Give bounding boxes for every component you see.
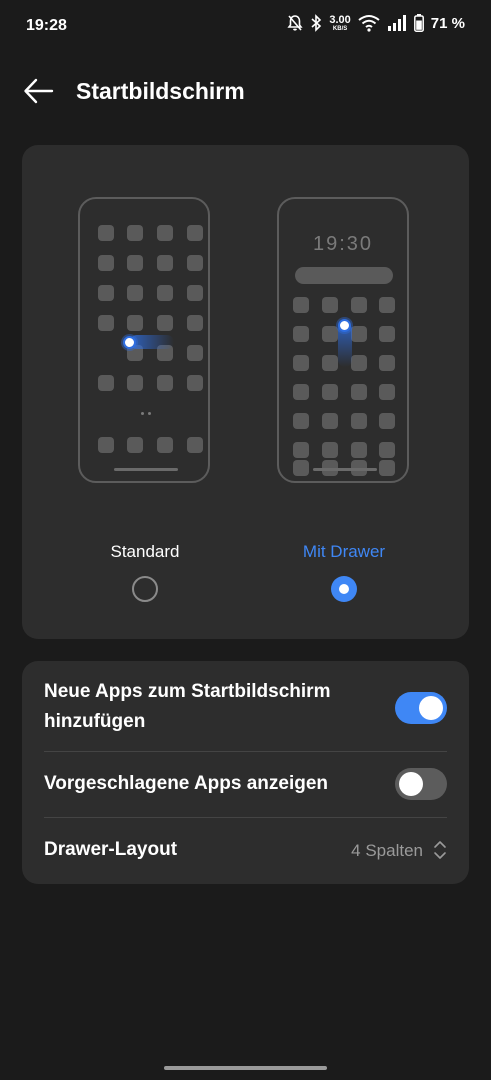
app-icon-placeholder [187,315,203,331]
signal-icon [387,15,406,31]
drawer-layout-label: Drawer-Layout [44,839,178,860]
app-icon-placeholder [379,384,395,400]
app-icon-placeholder [322,384,338,400]
setting-row-new-apps[interactable]: Neue Apps zum Startbildschirm hinzufügen [22,661,469,751]
app-icon-placeholder [322,297,338,313]
network-speed: 3.00 KB/S [329,13,351,32]
app-icon-placeholder [379,297,395,313]
bell-muted-icon [287,15,303,31]
suggested-apps-label: Vorgeschlagene Apps anzeigen [44,773,329,794]
app-icon-placeholder [157,225,173,241]
bluetooth-icon [311,14,322,32]
home-bar [114,468,178,471]
app-icon-placeholder [322,355,338,371]
status-time: 19:28 [26,17,67,34]
drawer-layout-preview[interactable]: 19:30 [277,197,409,483]
app-icon-placeholder [98,315,114,331]
app-icon-placeholder [187,375,203,391]
page-indicator [141,412,151,415]
app-icon-placeholder [127,285,143,301]
app-icon-placeholder [379,355,395,371]
app-icon-placeholder [351,442,367,458]
app-icon-placeholder [351,355,367,371]
app-icon-placeholder [127,225,143,241]
app-icon-placeholder [187,225,203,241]
app-icon-placeholder [322,442,338,458]
touch-point-icon [123,336,136,349]
new-apps-toggle[interactable] [395,692,447,724]
new-apps-label-line1: Neue Apps zum Startbildschirm [44,681,331,702]
app-icon-placeholder [187,437,203,453]
app-icon-placeholder [98,437,114,453]
app-icon-placeholder [98,255,114,271]
new-apps-label-line2: hinzufügen [44,711,146,732]
app-icon-placeholder [98,285,114,301]
app-icon-placeholder [187,285,203,301]
drawer-radio-button[interactable] [331,576,357,602]
app-icon-placeholder [293,326,309,342]
app-icon-placeholder [293,442,309,458]
drawer-option-label[interactable]: Mit Drawer [274,542,414,562]
drawer-preview-clock: 19:30 [312,233,374,255]
page-title: Startbildschirm [76,78,245,104]
new-apps-label: Neue Apps zum Startbildschirm hinzufügen [44,677,330,737]
toggle-knob [419,696,443,720]
toggle-knob [399,772,423,796]
standard-layout-preview[interactable] [78,197,210,483]
app-icon-placeholder [127,255,143,271]
app-icon-placeholder [379,326,395,342]
app-icon-placeholder [322,326,338,342]
touch-point-icon [338,319,351,332]
drawer-layout-value[interactable]: 4 Spalten [351,841,423,861]
app-icon-placeholder [322,413,338,429]
app-icon-placeholder [127,437,143,453]
app-icon-placeholder [351,297,367,313]
setting-row-drawer-layout[interactable]: Drawer-Layout 4 Spalten [22,817,469,884]
app-icon-placeholder [293,355,309,371]
status-icons: 3.00 KB/S 71 % [287,14,465,32]
standard-radio-button[interactable] [132,576,158,602]
setting-row-suggested-apps[interactable]: Vorgeschlagene Apps anzeigen [22,751,469,817]
app-icon-placeholder [127,375,143,391]
standard-option-label[interactable]: Standard [75,542,215,562]
app-icon-placeholder [157,375,173,391]
app-icon-placeholder [379,413,395,429]
app-icon-placeholder [157,285,173,301]
gesture-navigation-handle[interactable] [164,1066,327,1070]
battery-icon [413,14,424,32]
app-icon-placeholder [351,326,367,342]
app-icon-placeholder [293,384,309,400]
app-icon-placeholder [187,345,203,361]
settings-card: Neue Apps zum Startbildschirm hinzufügen… [22,661,469,884]
app-icon-placeholder [351,384,367,400]
back-arrow-icon[interactable] [22,74,56,108]
app-icon-placeholder [157,255,173,271]
network-speed-value: 3.00 [329,13,351,26]
app-header: Startbildschirm [0,66,491,116]
network-speed-unit: KB/S [332,25,348,32]
app-icon-placeholder [293,413,309,429]
app-icon-placeholder [157,315,173,331]
suggested-apps-toggle[interactable] [395,768,447,800]
status-bar: 19:28 3.00 KB/S 71 % [0,0,491,52]
app-icon-placeholder [379,460,395,476]
battery-percent: 71 % [430,14,465,32]
app-icon-placeholder [379,442,395,458]
app-icon-placeholder [98,375,114,391]
app-icon-placeholder [293,460,309,476]
app-icon-placeholder [351,413,367,429]
app-icon-placeholder [187,255,203,271]
app-icon-placeholder [157,437,173,453]
home-bar [313,468,377,471]
drag-trail [130,335,174,349]
layout-preview-card: 19:30 Standard Mit Drawer [22,145,469,639]
wifi-icon [358,15,380,32]
app-icon-placeholder [127,315,143,331]
app-icon-placeholder [293,297,309,313]
app-icon-placeholder [98,225,114,241]
up-down-chevron-icon[interactable] [433,839,447,861]
search-bar-placeholder [295,267,393,284]
